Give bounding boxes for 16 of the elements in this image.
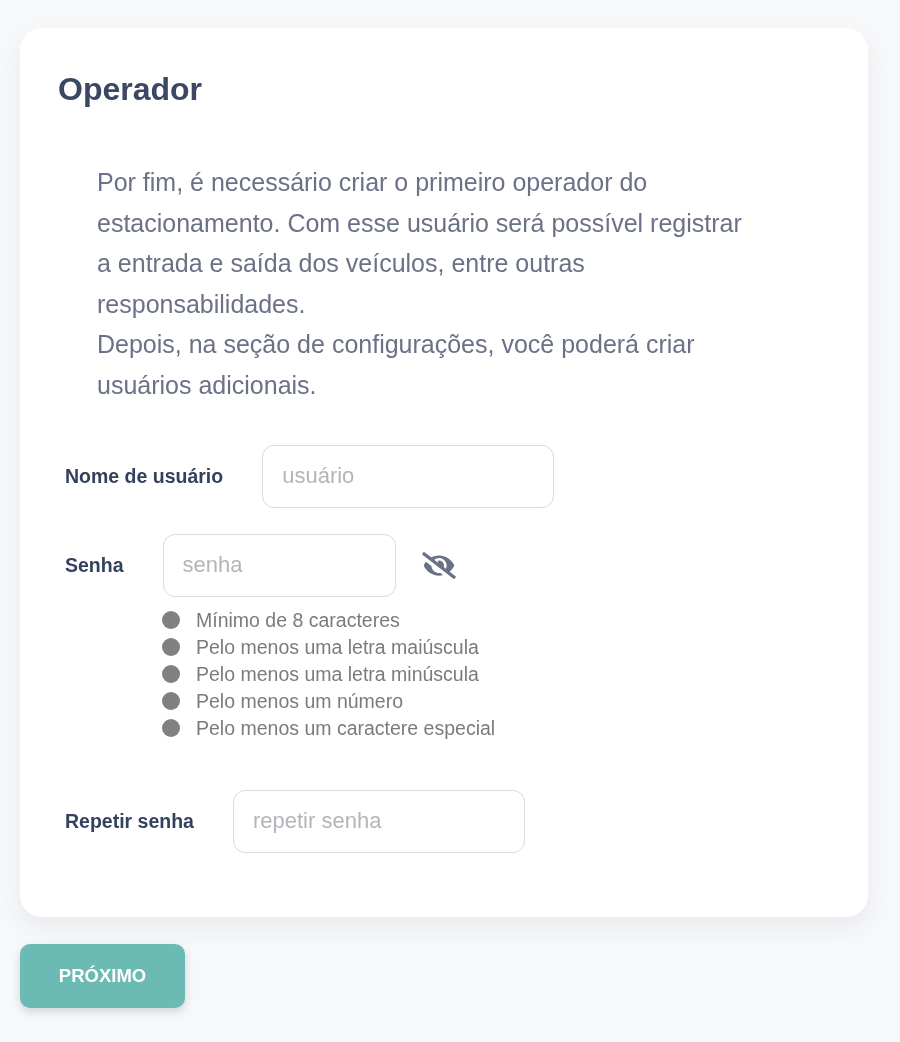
next-button[interactable]: PRÓXIMO — [20, 943, 185, 1008]
requirement-text: Pelo menos um número — [196, 689, 404, 713]
input-field[interactable]: usuário — [262, 444, 555, 508]
requirement-text: Pelo menos uma letra minúscula — [196, 662, 479, 686]
password-field[interactable]: senha — [162, 533, 396, 597]
field-label: Nome de usuário — [65, 464, 224, 488]
requirement-text: Pelo menos um caractere especial — [196, 716, 496, 740]
field-label: Senha — [65, 553, 124, 577]
input-field[interactable]: repetir senha — [232, 789, 525, 853]
field-label: Repetir senha — [65, 809, 194, 833]
intro-paragraph: Por fim, é necessário criar o primeiro operador do estacionamento. Com esse usuário será possível registrar a entrada e saída dos veículos, entre outras responsabilidades. — [97, 167, 743, 320]
requirement-text: Mínimo de 8 caracteres — [196, 608, 400, 632]
eye-slash-icon[interactable] — [421, 551, 456, 579]
intro-paragraph: Depois, na seção de configurações, você poderá criar usuários adicionais. — [97, 329, 696, 401]
requirement-text: Pelo menos uma letra maiúscula — [196, 635, 479, 659]
card-title: Operador — [58, 70, 204, 108]
